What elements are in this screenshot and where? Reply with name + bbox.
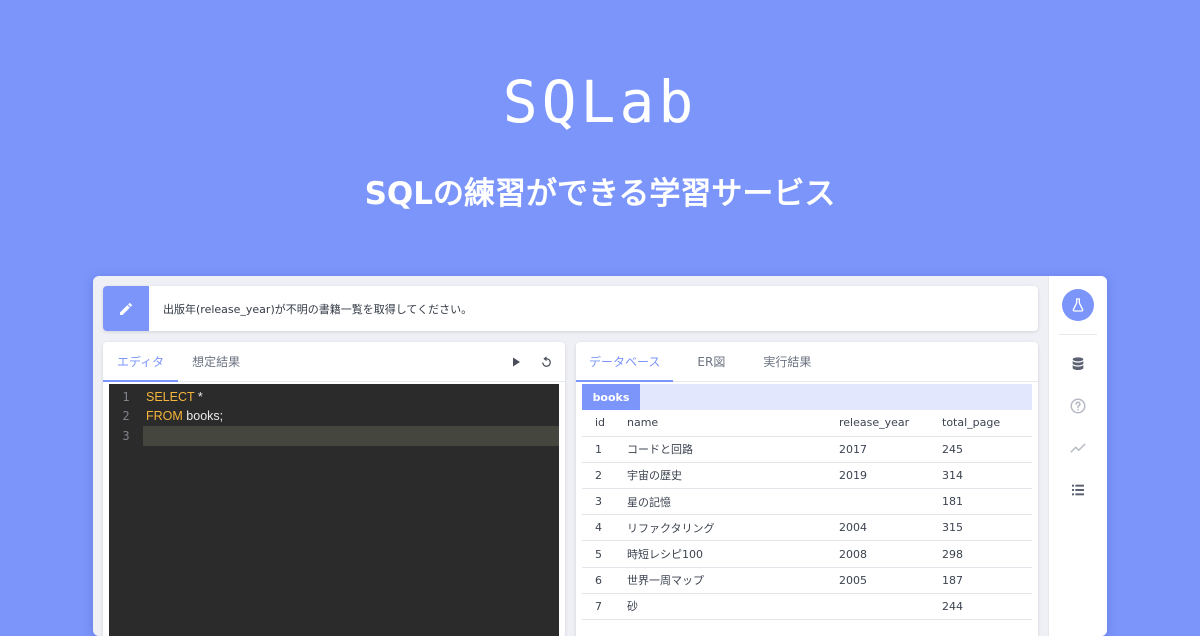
cell	[839, 593, 942, 621]
help-icon	[1070, 398, 1086, 414]
cell: 1	[582, 436, 627, 463]
code-text: FROM books;	[143, 409, 223, 423]
cell: 2004	[839, 514, 942, 542]
table-tab-bar: books	[582, 384, 1032, 410]
database-icon	[1072, 357, 1084, 370]
cell: 314	[942, 462, 1032, 490]
code-line[interactable]: 2 FROM books;	[109, 407, 559, 427]
task-icon-box[interactable]	[103, 286, 149, 331]
tab-execution-result[interactable]: 実行結果	[749, 342, 825, 381]
cell: コードと回路	[627, 436, 839, 463]
cell: 2019	[839, 462, 942, 490]
cell: 6	[582, 567, 627, 594]
table-row: 1 コードと回路 2017 245	[582, 436, 1032, 463]
tab-database[interactable]: データベース	[576, 342, 674, 382]
editor-tabs: エディタ 想定結果	[103, 342, 565, 382]
column-header: name	[627, 410, 839, 437]
books-table: id name release_year total_page 1 コードと回路…	[582, 410, 1032, 621]
cell: 181	[942, 488, 1032, 516]
line-number: 3	[109, 428, 143, 443]
sidebar-item-database[interactable]	[1067, 353, 1089, 375]
sql-keyword: FROM	[146, 409, 183, 424]
flask-icon	[1072, 298, 1084, 312]
table-tab-books[interactable]: books	[582, 384, 640, 410]
reset-icon	[541, 355, 551, 367]
cell: 5	[582, 540, 627, 568]
table-row: 2 宇宙の歴史 2019 314	[582, 462, 1032, 490]
task-bar: 出版年(release_year)が不明の書籍一覧を取得してください。	[103, 286, 1038, 331]
database-view: books id name release_year total_page 1 …	[582, 384, 1032, 636]
cell: 7	[582, 593, 627, 621]
sidebar-item-help[interactable]	[1067, 395, 1089, 417]
sql-keyword: SELECT	[146, 389, 195, 404]
app-window: 出版年(release_year)が不明の書籍一覧を取得してください。 エディタ…	[93, 276, 1107, 636]
table-header-row: id name release_year total_page	[582, 410, 1032, 437]
pencil-icon	[120, 302, 133, 315]
play-icon	[513, 357, 520, 367]
column-header: total_page	[942, 410, 1032, 437]
cell: 宇宙の歴史	[627, 462, 839, 490]
list-icon	[1072, 484, 1084, 496]
tab-editor[interactable]: エディタ	[103, 342, 179, 382]
table-row: 5 時短レシピ100 2008 298	[582, 540, 1032, 568]
sidebar-divider	[1059, 334, 1097, 335]
cell: 2008	[839, 540, 942, 568]
table-row: 6 世界一周マップ 2005 187	[582, 567, 1032, 594]
column-header: release_year	[839, 410, 942, 437]
cell: 3	[582, 488, 627, 516]
sql-text: books;	[182, 409, 224, 424]
reset-button[interactable]	[537, 353, 555, 371]
cell: 砂	[627, 593, 839, 621]
cell: 2	[582, 462, 627, 490]
sidebar-item-progress[interactable]	[1067, 437, 1089, 459]
editor-tools	[507, 342, 555, 382]
editor-panel: エディタ 想定結果 1 SELECT * 2 FROM books; 3	[103, 342, 565, 636]
database-tabs: データベース ER図 実行結果	[576, 342, 1038, 382]
code-line[interactable]: 1 SELECT *	[109, 387, 559, 407]
cell: 2017	[839, 436, 942, 463]
line-number: 1	[122, 389, 130, 404]
cell	[839, 488, 942, 516]
right-sidebar	[1048, 276, 1107, 636]
cell: 2005	[839, 567, 942, 594]
tab-expected-result[interactable]: 想定結果	[178, 342, 254, 381]
table-row: 3 星の記憶 181	[582, 488, 1032, 516]
table-row: 4 リファクタリング 2004 315	[582, 514, 1032, 542]
cell: 298	[942, 540, 1032, 568]
code-text: SELECT *	[143, 390, 203, 404]
hero-title: SQLab	[502, 68, 698, 136]
line-number: 2	[122, 409, 130, 424]
cell: 245	[942, 436, 1032, 463]
run-button[interactable]	[507, 353, 525, 371]
cell: 星の記憶	[627, 488, 839, 516]
trend-icon	[1070, 443, 1086, 453]
sql-text: *	[194, 389, 203, 404]
hero-subtitle: SQLの練習ができる学習サービス	[364, 176, 836, 212]
cell: 315	[942, 514, 1032, 542]
cell: 244	[942, 593, 1032, 621]
code-editor[interactable]: 1 SELECT * 2 FROM books; 3	[109, 384, 559, 636]
column-header: id	[582, 410, 627, 437]
cell: 世界一周マップ	[627, 567, 839, 594]
tab-er-diagram[interactable]: ER図	[673, 342, 749, 381]
task-text: 出版年(release_year)が不明の書籍一覧を取得してください。	[163, 302, 473, 316]
database-panel: データベース ER図 実行結果 books id name release_ye…	[576, 342, 1038, 636]
code-line-current[interactable]: 3	[109, 426, 559, 446]
sidebar-item-list[interactable]	[1067, 479, 1089, 501]
cell: 187	[942, 567, 1032, 594]
cell: リファクタリング	[627, 514, 839, 542]
table-row: 7 砂 244	[582, 593, 1032, 621]
problem-button[interactable]	[1062, 289, 1094, 321]
cell: 4	[582, 514, 627, 542]
cell: 時短レシピ100	[627, 540, 839, 568]
